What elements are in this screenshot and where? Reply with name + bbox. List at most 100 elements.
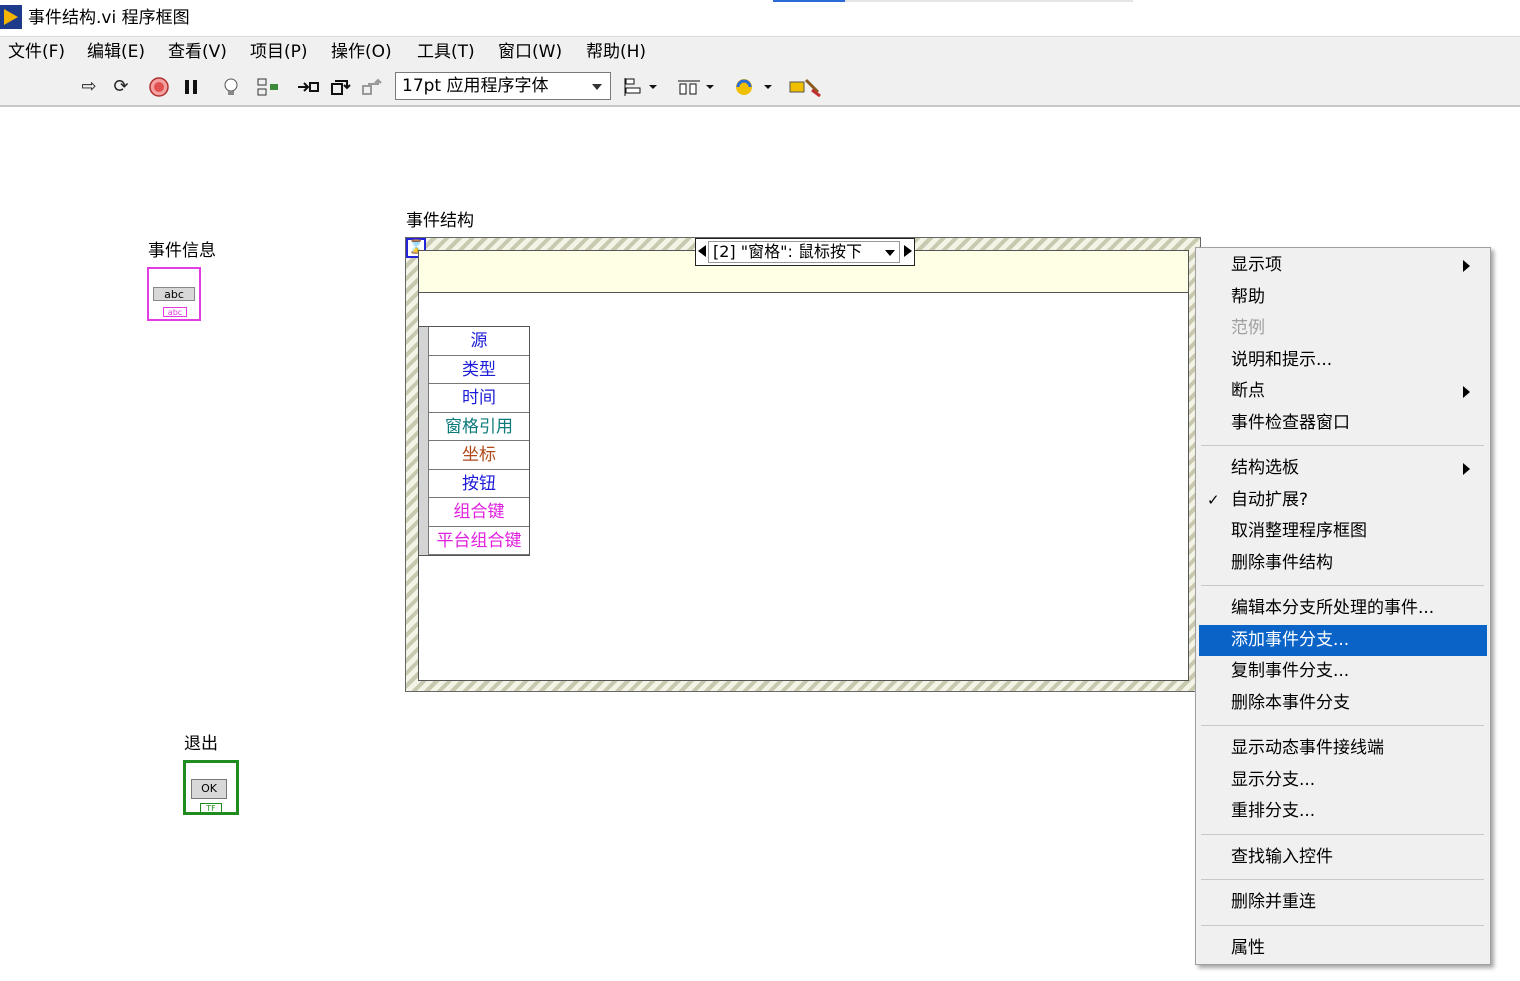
abort-icon[interactable] bbox=[148, 76, 170, 98]
menu-view[interactable]: 查看(V) bbox=[168, 41, 227, 63]
menu-separator bbox=[1201, 924, 1484, 926]
context-menu-item[interactable]: 属性 bbox=[1199, 933, 1487, 964]
menu-tools[interactable]: 工具(T) bbox=[417, 41, 475, 63]
context-menu-item[interactable]: 复制事件分支... bbox=[1199, 656, 1487, 687]
menu-edit[interactable]: 编辑(E) bbox=[87, 41, 145, 63]
menu-separator bbox=[1201, 445, 1484, 446]
event-data-field[interactable]: 源 bbox=[429, 327, 529, 356]
exit-type-tag: TF bbox=[200, 803, 222, 813]
highlight-execution-icon[interactable] bbox=[220, 76, 242, 98]
context-menu: 显示项帮助范例说明和提示... 断点事件检查器窗口结构选板 ✓ 自动扩展? 取消整理程序… bbox=[1195, 247, 1491, 965]
title-bar: 事件结构.vi 程序框图 bbox=[0, 0, 1520, 36]
event-data-field[interactable]: 按钮 bbox=[429, 470, 529, 498]
context-menu-item[interactable]: 结构选板 bbox=[1199, 453, 1487, 484]
context-menu-item[interactable]: 删除本事件分支 bbox=[1199, 688, 1487, 719]
context-menu-item-label: 显示动态事件接线端 bbox=[1231, 738, 1384, 758]
event-data-field[interactable]: 时间 bbox=[429, 384, 529, 413]
context-menu-item-label: 显示项 bbox=[1231, 255, 1282, 275]
font-select[interactable]: 17pt 应用程序字体 bbox=[395, 72, 611, 100]
menu-separator bbox=[1201, 585, 1484, 586]
align-icon[interactable] bbox=[623, 76, 659, 98]
next-case-icon[interactable] bbox=[904, 245, 912, 257]
case-label: [2] "窗格": 鼠标按下 bbox=[713, 242, 862, 261]
context-menu-item-label: 添加事件分支... bbox=[1231, 629, 1350, 650]
case-label-box[interactable]: [2] "窗格": 鼠标按下 bbox=[708, 241, 900, 263]
cleanup-diagram-icon[interactable] bbox=[788, 76, 822, 98]
menu-separator bbox=[1201, 833, 1484, 835]
context-menu-item[interactable]: ✓ 自动扩展? bbox=[1199, 485, 1487, 516]
context-menu-item[interactable]: 添加事件分支... bbox=[1199, 624, 1487, 656]
chevron-down-icon[interactable] bbox=[885, 250, 895, 256]
event-case-frame bbox=[418, 250, 1189, 681]
event-data-field[interactable]: 类型 bbox=[429, 356, 529, 384]
step-into-icon[interactable] bbox=[296, 76, 319, 98]
event-data-field[interactable]: 平台组合键 bbox=[429, 527, 529, 555]
reorder-icon[interactable] bbox=[732, 76, 774, 98]
run-arrow-icon[interactable]: ⇨ bbox=[78, 76, 100, 98]
context-menu-item-label: 编辑本分支所处理的事件... bbox=[1231, 598, 1435, 618]
menu-window[interactable]: 窗口(W) bbox=[498, 41, 562, 63]
menu-help[interactable]: 帮助(H) bbox=[586, 41, 646, 63]
event-info-terminal[interactable]: abc abc bbox=[147, 267, 201, 321]
context-menu-item[interactable]: 编辑本分支所处理的事件... bbox=[1199, 593, 1487, 624]
run-continuous-icon[interactable]: ⟳ bbox=[110, 76, 132, 98]
context-menu-item-label: 显示分支... bbox=[1231, 769, 1316, 790]
context-menu-item: 范例 bbox=[1199, 313, 1487, 344]
context-menu-item-label: 断点 bbox=[1231, 381, 1265, 401]
step-out-icon[interactable] bbox=[360, 76, 382, 98]
context-menu-item-label: 删除事件结构 bbox=[1231, 552, 1333, 573]
title-strip-accent bbox=[773, 0, 845, 2]
event-info-type-tag: abc bbox=[163, 307, 187, 317]
check-mark-icon: ✓ bbox=[1207, 490, 1220, 509]
menu-file[interactable]: 文件(F) bbox=[8, 41, 65, 63]
context-menu-item[interactable]: 显示项 bbox=[1199, 250, 1487, 281]
context-menu-item[interactable]: 删除并重连 bbox=[1199, 887, 1487, 918]
menu-operate[interactable]: 操作(O) bbox=[331, 41, 392, 63]
context-menu-item-label: 范例 bbox=[1231, 318, 1265, 338]
context-menu-item[interactable]: 查找输入控件 bbox=[1199, 842, 1487, 873]
event-data-node[interactable]: 源类型 时间 窗格引用 坐标 按钮 组合键 平台组合键 bbox=[418, 326, 530, 556]
exit-ok-glyph: OK bbox=[191, 779, 227, 799]
pause-icon[interactable] bbox=[180, 76, 202, 98]
context-menu-item[interactable]: 显示动态事件接线端 bbox=[1199, 733, 1487, 764]
menu-project[interactable]: 项目(P) bbox=[250, 41, 308, 63]
context-menu-item-label: 属性 bbox=[1231, 937, 1265, 958]
event-data-node-handle bbox=[419, 327, 429, 555]
event-data-field[interactable]: 组合键 bbox=[429, 498, 529, 527]
context-menu-item-label: 查找输入控件 bbox=[1231, 846, 1333, 867]
exit-button-terminal[interactable]: OK TF bbox=[183, 760, 239, 815]
context-menu-item[interactable]: 删除事件结构 bbox=[1199, 548, 1487, 579]
menu-separator bbox=[1201, 725, 1484, 726]
distribute-icon[interactable] bbox=[676, 76, 716, 98]
context-menu-item[interactable]: 取消整理程序框图 bbox=[1199, 516, 1487, 547]
context-menu-item[interactable]: 说明和提示... bbox=[1199, 345, 1487, 376]
context-menu-item[interactable]: 重排分支... bbox=[1199, 796, 1487, 827]
labview-run-glyph-icon bbox=[4, 9, 18, 25]
exit-label: 退出 bbox=[184, 734, 218, 754]
context-menu-item-label: 取消整理程序框图 bbox=[1231, 521, 1367, 541]
window-title: 事件结构.vi 程序框图 bbox=[28, 8, 190, 28]
submenu-arrow-icon bbox=[1463, 386, 1470, 398]
event-info-string-display: abc bbox=[153, 287, 195, 301]
context-menu-item[interactable]: 事件检查器窗口 bbox=[1199, 408, 1487, 439]
event-data-field[interactable]: 窗格引用 bbox=[429, 413, 529, 441]
context-menu-item[interactable]: 帮助 bbox=[1199, 282, 1487, 313]
context-menu-item-label: 帮助 bbox=[1231, 286, 1265, 307]
context-menu-item-label: 复制事件分支... bbox=[1231, 661, 1350, 681]
event-structure-label: 事件结构 bbox=[406, 211, 474, 231]
context-menu-item-label: 删除并重连 bbox=[1231, 892, 1316, 912]
font-select-value: 17pt 应用程序字体 bbox=[402, 76, 549, 96]
context-menu-item-label: 自动扩展? bbox=[1231, 489, 1309, 510]
event-case-selector[interactable]: [2] "窗格": 鼠标按下 bbox=[695, 238, 915, 266]
retain-wire-values-icon[interactable] bbox=[256, 76, 278, 98]
context-menu-item[interactable]: 断点 bbox=[1199, 376, 1487, 407]
previous-case-icon[interactable] bbox=[698, 245, 706, 257]
submenu-arrow-icon bbox=[1463, 260, 1470, 272]
context-menu-item[interactable]: 显示分支... bbox=[1199, 765, 1487, 796]
context-menu-item-label: 事件检查器窗口 bbox=[1231, 412, 1350, 433]
submenu-arrow-icon bbox=[1463, 463, 1470, 475]
chevron-down-icon bbox=[592, 84, 602, 90]
context-menu-item-label: 删除本事件分支 bbox=[1231, 692, 1350, 713]
step-over-icon[interactable] bbox=[329, 76, 351, 98]
event-data-field[interactable]: 坐标 bbox=[429, 441, 529, 470]
